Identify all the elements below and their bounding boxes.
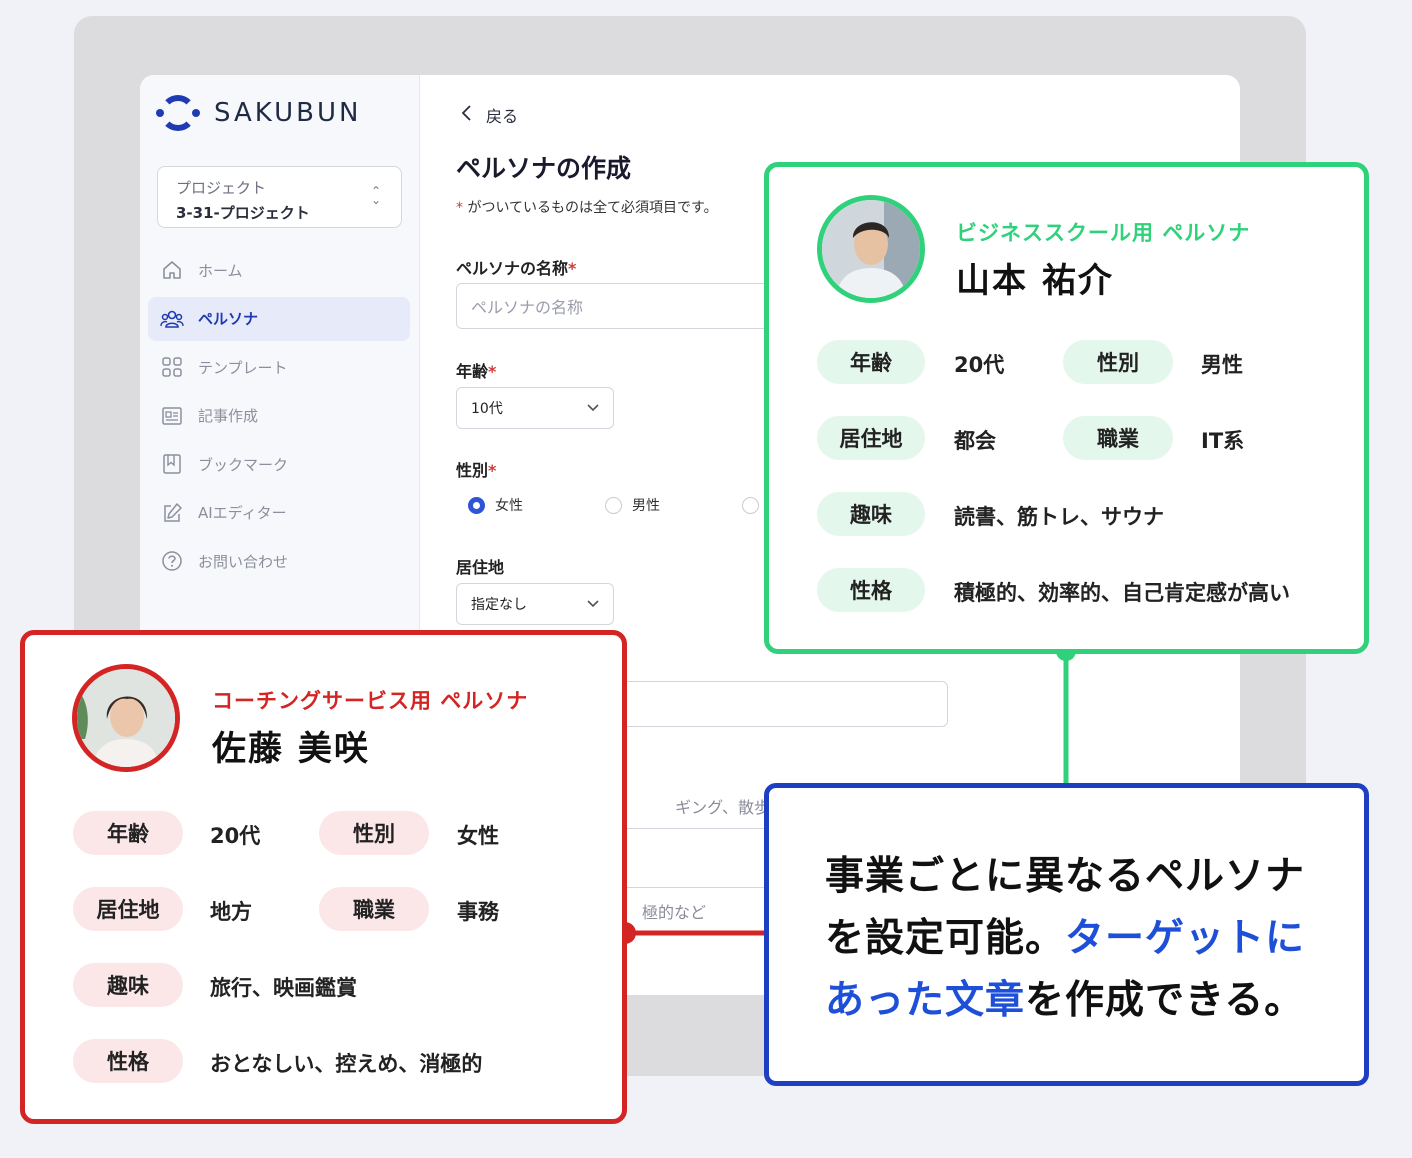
back-label: 戻る	[486, 107, 519, 126]
logo[interactable]: SAKUBUN	[156, 93, 361, 133]
gender-value: 女性	[457, 824, 499, 848]
project-select[interactable]: プロジェクト 3-31-プロジェクト ⌃ ⌄	[157, 166, 402, 228]
chevron-updown-icon: ⌃ ⌄	[370, 184, 381, 207]
back-link[interactable]: 戻る	[460, 103, 518, 127]
gender-pill: 性別	[1063, 340, 1173, 384]
residence-value: 指定なし	[471, 597, 527, 613]
residence-value: 地方	[210, 900, 252, 924]
gender-radio-female[interactable]: 女性	[468, 495, 605, 515]
residence-label: 居住地	[456, 558, 505, 577]
grid-icon	[160, 355, 184, 379]
help-icon	[160, 549, 184, 573]
avatar	[817, 195, 925, 303]
sidebar-item-label: テンプレート	[198, 358, 288, 377]
hobby-pill: 趣味	[817, 492, 925, 536]
occupation-pill: 職業	[1063, 416, 1173, 460]
name-label: ペルソナの名称*	[456, 259, 577, 278]
age-value: 20代	[954, 353, 1005, 377]
occupation-value: 事務	[457, 900, 499, 924]
personality-value: 積極的、効率的、自己肯定感が高い	[954, 581, 1290, 605]
sidebar-item-label: AIエディター	[198, 504, 287, 522]
users-icon	[160, 307, 184, 331]
age-pill: 年齢	[817, 340, 925, 384]
sidebar-item-label: ホーム	[198, 261, 243, 280]
gender-label: 性別*	[456, 461, 497, 480]
age-value: 20代	[210, 824, 261, 848]
card-name: 佐藤 美咲	[212, 729, 370, 769]
hobby-value: 旅行、映画鑑賞	[210, 976, 357, 1000]
occupation-value: IT系	[1201, 429, 1245, 453]
project-label: プロジェクト	[176, 179, 267, 197]
hobby-pill: 趣味	[73, 963, 183, 1007]
logo-icon	[156, 93, 200, 133]
age-label: 年齢*	[456, 362, 497, 381]
feature-callout: 事業ごとに異なるペルソナを設定可能。ターゲットにあった文章を作成できる。	[764, 783, 1369, 1086]
persona-card-business: ビジネススクール用 ペルソナ 山本 祐介 年齢 20代 性別 男性 居住地 都会…	[764, 162, 1369, 654]
sidebar-item-label: 記事作成	[198, 407, 259, 425]
sidebar-item-contact[interactable]: お問い合わせ	[148, 539, 410, 583]
personality-value: おとなしい、控えめ、消極的	[210, 1052, 483, 1076]
residence-select[interactable]: 指定なし	[456, 583, 614, 625]
sidebar-item-label: ペルソナ	[198, 310, 259, 328]
callout-text: 事業ごとに異なるペルソナを設定可能。ターゲットにあった文章を作成できる。	[825, 854, 1306, 1023]
avatar	[72, 664, 180, 772]
chevron-down-icon	[587, 596, 599, 612]
personality-pill: 性格	[73, 1039, 183, 1083]
age-select[interactable]: 10代	[456, 387, 614, 429]
sidebar-nav: ホーム ペルソナ テンプレート 記事作成 ブックマーク AIエディター お問い合…	[148, 248, 410, 588]
sidebar-item-article[interactable]: 記事作成	[148, 394, 410, 438]
required-note: * がついているものは全て必須項目です。	[456, 200, 718, 216]
persona-card-coaching: コーチングサービス用 ペルソナ 佐藤 美咲 年齢 20代 性別 女性 居住地 地…	[20, 630, 627, 1124]
project-value: 3-31-プロジェクト	[176, 204, 310, 222]
sidebar-item-bookmark[interactable]: ブックマーク	[148, 442, 410, 486]
sidebar-item-label: お問い合わせ	[198, 552, 289, 571]
age-value: 10代	[471, 401, 503, 417]
sidebar-item-home[interactable]: ホーム	[148, 248, 410, 292]
sidebar-item-ai-editor[interactable]: AIエディター	[148, 491, 410, 535]
personality-pill: 性格	[817, 568, 925, 612]
hobby-value: 読書、筋トレ、サウナ	[954, 505, 1164, 529]
age-pill: 年齢	[73, 811, 183, 855]
chevron-down-icon	[587, 400, 599, 416]
chevron-left-icon	[460, 104, 472, 126]
gender-pill: 性別	[319, 811, 429, 855]
page-title: ペルソナの作成	[456, 154, 632, 183]
article-icon	[160, 404, 184, 428]
card-subtitle: ビジネススクール用 ペルソナ	[956, 221, 1251, 245]
home-icon	[160, 258, 184, 282]
gender-radio-male[interactable]: 男性	[605, 495, 742, 515]
sidebar-item-persona[interactable]: ペルソナ	[148, 296, 410, 341]
sidebar-item-template[interactable]: テンプレート	[148, 345, 410, 389]
card-name: 山本 祐介	[956, 261, 1114, 301]
residence-pill: 居住地	[817, 416, 925, 460]
gender-value: 男性	[1201, 353, 1243, 377]
logo-text: SAKUBUN	[214, 98, 362, 128]
residence-value: 都会	[954, 429, 996, 453]
edit-icon	[160, 501, 184, 525]
sidebar-item-label: ブックマーク	[198, 455, 289, 474]
bookmark-icon	[160, 452, 184, 476]
residence-pill: 居住地	[73, 887, 183, 931]
card-subtitle: コーチングサービス用 ペルソナ	[212, 689, 529, 713]
occupation-pill: 職業	[319, 887, 429, 931]
